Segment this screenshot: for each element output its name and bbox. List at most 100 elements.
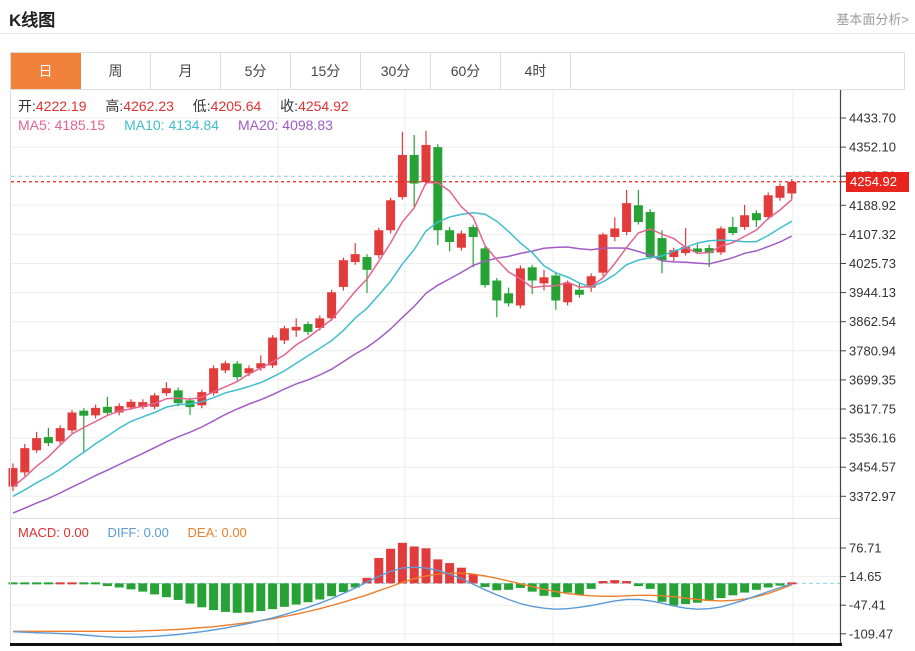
macd-hist-bar [91, 582, 100, 584]
tab-周[interactable]: 周 [81, 53, 151, 89]
macd-hist-bar [551, 583, 560, 597]
y-tick-label: 3617.75 [849, 402, 896, 417]
candle-body [433, 147, 442, 230]
ma10-value: 4134.84 [168, 117, 219, 133]
tab-月[interactable]: 月 [151, 53, 221, 89]
y-tick-label: -109.47 [849, 626, 893, 641]
candle-body [327, 292, 336, 318]
candle-body [551, 276, 560, 301]
candle-body [445, 230, 454, 242]
y-tick-label: 4107.32 [849, 227, 896, 242]
macd-value: 0.00 [64, 525, 89, 540]
y-tick-label: 3780.94 [849, 343, 896, 358]
candle-body [79, 411, 88, 416]
y-tick-label: 3944.13 [849, 285, 896, 300]
low-label: 低: [193, 98, 211, 114]
macd-hist-bar [717, 583, 726, 598]
candle-body [610, 228, 619, 237]
macd-hist-bar [174, 583, 183, 600]
candle-body [469, 227, 478, 237]
macd-hist-bar [68, 582, 77, 584]
macd-hist-bar [457, 568, 466, 584]
candle-body [787, 182, 796, 194]
macd-hist-bar [115, 583, 124, 587]
y-tick-label: 4433.70 [849, 111, 896, 126]
candle-body [516, 268, 525, 305]
macd-hist-bar [422, 548, 431, 583]
ma5-value: 4185.15 [55, 117, 106, 133]
candle-body [233, 364, 242, 378]
macd-hist-bar [280, 583, 289, 607]
macd-hist-bar [103, 583, 112, 586]
candle-body [540, 277, 549, 283]
macd-hist-bar [587, 583, 596, 589]
macd-hist-bar [138, 583, 147, 591]
fundamental-analysis-link[interactable]: 基本面分析> [836, 9, 909, 28]
candle-body [764, 195, 773, 217]
macd-hist-bar [127, 583, 136, 589]
tab-4时[interactable]: 4时 [501, 53, 571, 89]
y-tick-label: 4352.10 [849, 140, 896, 155]
tab-5分[interactable]: 5分 [221, 53, 291, 89]
macd-hist-bar [209, 583, 218, 610]
macd-hist-bar [599, 581, 608, 583]
tab-60分[interactable]: 60分 [431, 53, 501, 89]
macd-hist-bar [705, 583, 714, 601]
high-value: 4262.23 [123, 98, 174, 114]
ma20-label: MA20: [238, 117, 278, 133]
candle-body [634, 205, 643, 222]
y-tick-label: 3536.16 [849, 431, 896, 446]
candle-body [221, 363, 230, 370]
candle-body [174, 390, 183, 403]
candle-body [504, 293, 513, 303]
macd-hist-bar [292, 583, 301, 604]
open-value: 4222.19 [36, 98, 87, 114]
candle-body [599, 235, 608, 273]
macd-hist-bar [681, 583, 690, 604]
y-tick-label: 76.71 [849, 541, 882, 556]
ma20-line [13, 236, 792, 513]
candle-body [728, 227, 737, 233]
candle-body [44, 437, 53, 443]
macd-hist-bar [150, 583, 159, 594]
close-label: 收: [280, 98, 298, 114]
ma-readout: MA5: 4185.15 MA10: 4134.84 MA20: 4098.83 [18, 117, 348, 133]
candle-body [363, 257, 372, 270]
candle-body [162, 388, 171, 393]
macd-hist-bar [256, 583, 265, 611]
candle-body [304, 324, 313, 332]
macd-hist-bar [634, 583, 643, 586]
macd-hist-bar [268, 583, 277, 609]
dea-label: DEA: [188, 525, 218, 540]
y-tick-label: 3372.97 [849, 489, 896, 504]
bottom-border [10, 643, 842, 646]
candle-body [410, 155, 419, 184]
macd-readout: MACD: 0.00 DIFF: 0.00 DEA: 0.00 [18, 525, 262, 540]
candle-body [575, 290, 584, 295]
candle-body [103, 407, 112, 413]
macd-hist-bar [646, 583, 655, 589]
candle-body [56, 428, 65, 441]
tab-15分[interactable]: 15分 [291, 53, 361, 89]
y-tick-label: 3699.35 [849, 372, 896, 387]
tab-30分[interactable]: 30分 [361, 53, 431, 89]
macd-hist-bar [221, 583, 230, 612]
header-divider [0, 33, 915, 34]
macd-hist-bar [386, 549, 395, 584]
ma10-label: MA10: [124, 117, 164, 133]
page-title: K线图 [9, 6, 55, 31]
macd-hist-bar [9, 582, 18, 584]
macd-label: MACD: [18, 525, 60, 540]
low-value: 4205.64 [211, 98, 262, 114]
macd-hist-bar [492, 583, 501, 590]
candle-body [386, 200, 395, 230]
ma20-value: 4098.83 [282, 117, 333, 133]
tab-日[interactable]: 日 [11, 53, 81, 89]
macd-hist-bar [56, 582, 65, 584]
macd-hist-bar [740, 583, 749, 592]
diff-label: DIFF: [107, 525, 140, 540]
macd-hist-bar [32, 582, 41, 584]
open-label: 开: [18, 98, 36, 114]
macd-hist-bar [233, 583, 242, 612]
macd-hist-bar [398, 543, 407, 584]
